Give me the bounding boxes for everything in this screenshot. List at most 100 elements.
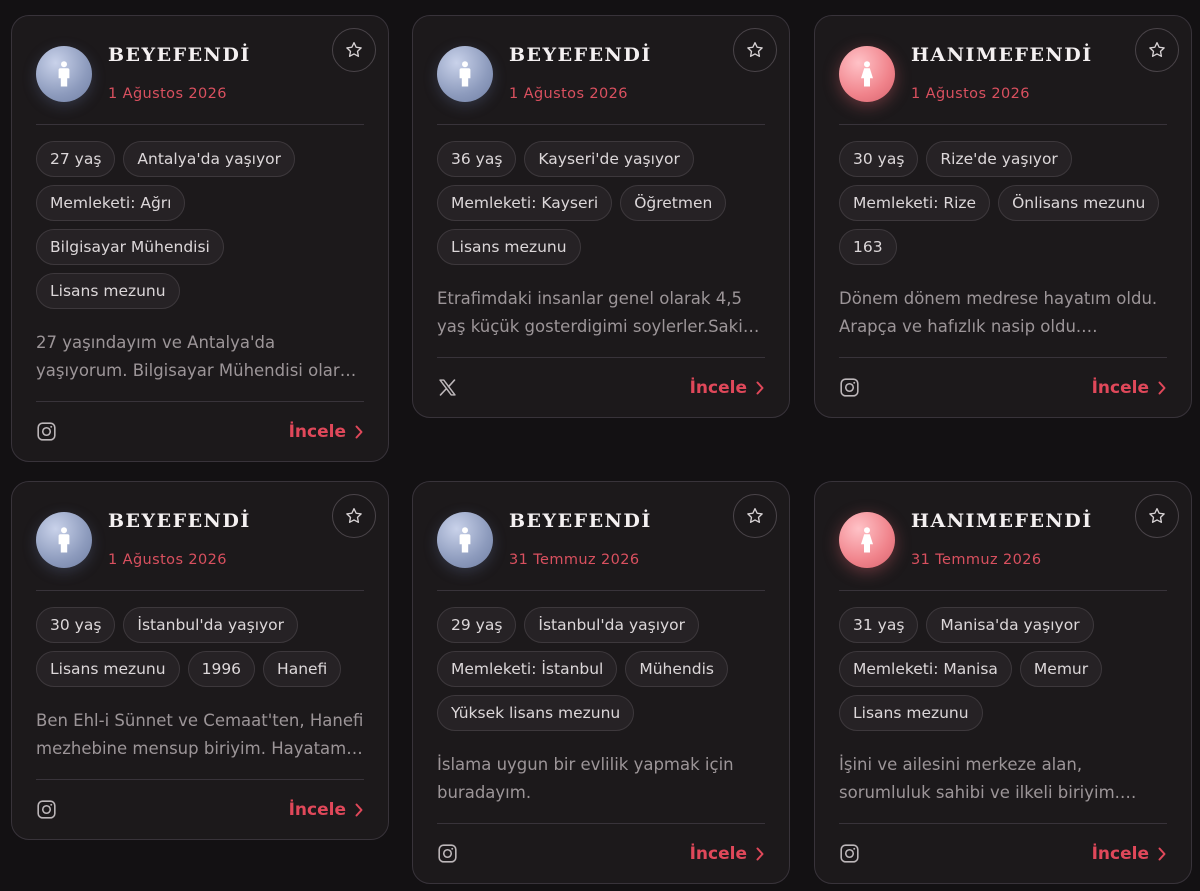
view-profile-button[interactable]: İncele xyxy=(289,800,364,820)
star-icon xyxy=(346,508,362,523)
chevron-right-icon xyxy=(1158,847,1166,860)
tag: Memleketi: Ağrı xyxy=(36,185,186,221)
instagram-link[interactable] xyxy=(36,421,57,442)
tag-list: 29 yaş İstanbul'da yaşıyor Memleketi: İsta… xyxy=(437,591,765,731)
chevron-right-icon xyxy=(756,381,764,394)
instagram-link[interactable] xyxy=(437,843,458,864)
card-footer: İncele xyxy=(437,823,765,883)
tag: Lisans mezunu xyxy=(437,229,581,265)
card-description-text: Ben Ehl-i Sünnet ve Cemaat'ten, Hanefi m… xyxy=(36,711,364,758)
avatar xyxy=(437,512,493,568)
tag-list: 36 yaş Kayseri'de yaşıyor Memleketi: Kayse… xyxy=(437,125,765,265)
favorite-button[interactable] xyxy=(1135,28,1179,72)
star-icon xyxy=(1149,508,1165,523)
chevron-right-icon xyxy=(355,425,363,438)
instagram-link[interactable] xyxy=(36,799,57,820)
tag: Önlisans mezunu xyxy=(998,185,1160,221)
tag: Memleketi: Rize xyxy=(839,185,991,221)
tag: 29 yaş xyxy=(437,607,517,643)
view-profile-button[interactable]: İncele xyxy=(289,422,364,442)
profile-card-4[interactable]: BEYEFENDİ 1 Ağustos 2026 30 yaş İstanbul'… xyxy=(11,481,389,840)
card-footer: İncele xyxy=(36,779,364,839)
card-date: 31 Temmuz 2026 xyxy=(911,552,1042,568)
profile-card-5[interactable]: BEYEFENDİ 31 Temmuz 2026 29 yaş İstanbul'… xyxy=(412,481,790,884)
avatar xyxy=(839,46,895,102)
card-title: BEYEFENDİ xyxy=(509,44,652,66)
favorite-button[interactable] xyxy=(332,28,376,72)
tag: Mühendis xyxy=(625,651,728,687)
tag: 31 yaş xyxy=(839,607,919,643)
favorite-button[interactable] xyxy=(733,494,777,538)
card-date: 1 Ağustos 2026 xyxy=(108,552,227,568)
card-title: HANIMEFENDİ xyxy=(911,510,1093,532)
avatar xyxy=(36,46,92,102)
tag-list: 31 yaş Manisa'da yaşıyor Memleketi: Manisa… xyxy=(839,591,1167,731)
card-description: 27 yaşındayım ve Antalya'da yaşıyorum. B… xyxy=(36,329,364,385)
x-icon xyxy=(439,379,456,396)
tag: Memleketi: Manisa xyxy=(839,651,1012,687)
tag: Memleketi: Kayseri xyxy=(437,185,613,221)
tag: 1996 xyxy=(187,651,256,687)
person-icon xyxy=(58,527,70,553)
card-header: HANIMEFENDİ 31 Temmuz 2026 xyxy=(839,494,1179,590)
tag: 27 yaş xyxy=(36,141,116,177)
card-date: 1 Ağustos 2026 xyxy=(108,86,227,102)
card-header: BEYEFENDİ 1 Ağustos 2026 xyxy=(36,494,376,590)
view-profile-label: İncele xyxy=(689,843,747,864)
view-profile-button[interactable]: İncele xyxy=(690,378,765,398)
profile-card-6[interactable]: HANIMEFENDİ 31 Temmuz 2026 31 yaş Manisa'… xyxy=(814,481,1192,884)
x-link[interactable] xyxy=(437,377,458,398)
tag: Lisans mezunu xyxy=(36,273,180,309)
tag: Lisans mezunu xyxy=(839,695,983,731)
view-profile-button[interactable]: İncele xyxy=(1092,844,1167,864)
card-title: BEYEFENDİ xyxy=(108,510,251,532)
avatar xyxy=(36,512,92,568)
star-icon xyxy=(747,42,763,57)
tag: İstanbul'da yaşıyor xyxy=(123,607,299,643)
card-description-text: 27 yaşındayım ve Antalya'da yaşıyorum. B… xyxy=(36,333,360,380)
tag: Yüksek lisans mezunu xyxy=(437,695,635,731)
chevron-right-icon xyxy=(756,847,764,860)
card-header: BEYEFENDİ 31 Temmuz 2026 xyxy=(437,494,777,590)
tag: 30 yaş xyxy=(36,607,116,643)
tag: Bilgisayar Mühendisi xyxy=(36,229,224,265)
tag: 30 yaş xyxy=(839,141,919,177)
instagram-icon xyxy=(840,844,859,863)
view-profile-button[interactable]: İncele xyxy=(1092,378,1167,398)
favorite-button[interactable] xyxy=(332,494,376,538)
tag: Antalya'da yaşıyor xyxy=(123,141,295,177)
card-description: İşini ve ailesini merkeze alan, sorumlul… xyxy=(839,751,1167,807)
profile-card-1[interactable]: BEYEFENDİ 1 Ağustos 2026 27 yaş Antalya'd… xyxy=(11,15,389,462)
card-date: 1 Ağustos 2026 xyxy=(509,86,628,102)
view-profile-label: İncele xyxy=(288,799,346,820)
chevron-right-icon xyxy=(355,803,363,816)
tag: İstanbul'da yaşıyor xyxy=(524,607,700,643)
instagram-link[interactable] xyxy=(839,843,860,864)
card-title: BEYEFENDİ xyxy=(509,510,652,532)
card-description-text: İslama uygun bir evlilik yapmak için bur… xyxy=(437,755,734,802)
view-profile-button[interactable]: İncele xyxy=(690,844,765,864)
star-icon xyxy=(346,42,362,57)
view-profile-label: İncele xyxy=(689,377,747,398)
tag: Lisans mezunu xyxy=(36,651,180,687)
card-description: Dönem dönem medrese hayatım oldu. Arapça… xyxy=(839,285,1167,341)
instagram-icon xyxy=(37,422,56,441)
card-date: 1 Ağustos 2026 xyxy=(911,86,1030,102)
profile-card-3[interactable]: HANIMEFENDİ 1 Ağustos 2026 30 yaş Rize'de… xyxy=(814,15,1192,418)
tag-list: 30 yaş İstanbul'da yaşıyor Lisans mezunu 19… xyxy=(36,591,364,687)
favorite-button[interactable] xyxy=(1135,494,1179,538)
tag: Memleketi: İstanbul xyxy=(437,651,618,687)
tag-list: 27 yaş Antalya'da yaşıyor Memleketi: Ağrı B… xyxy=(36,125,364,309)
view-profile-label: İncele xyxy=(1091,843,1149,864)
card-header: BEYEFENDİ 1 Ağustos 2026 xyxy=(437,28,777,124)
tag: 163 xyxy=(839,229,897,265)
card-date: 31 Temmuz 2026 xyxy=(509,552,640,568)
card-footer: İncele xyxy=(839,357,1167,417)
card-footer: İncele xyxy=(839,823,1167,883)
star-icon xyxy=(1149,42,1165,57)
profile-card-2[interactable]: BEYEFENDİ 1 Ağustos 2026 36 yaş Kayseri'd… xyxy=(412,15,790,418)
favorite-button[interactable] xyxy=(733,28,777,72)
card-title: HANIMEFENDİ xyxy=(911,44,1093,66)
tag: 36 yaş xyxy=(437,141,517,177)
instagram-link[interactable] xyxy=(839,377,860,398)
